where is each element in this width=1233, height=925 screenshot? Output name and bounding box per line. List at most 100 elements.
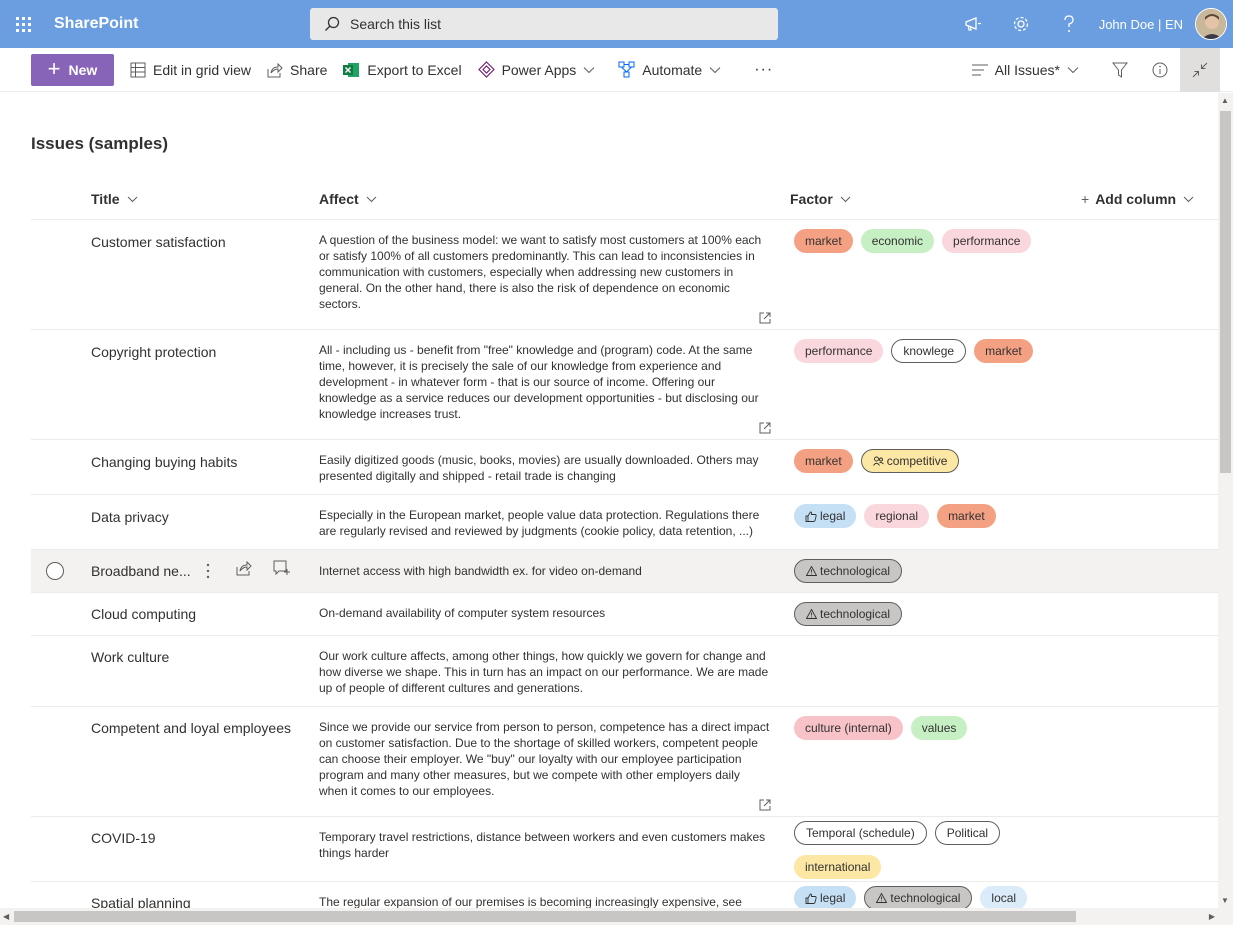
chevron-down-icon [1067, 67, 1079, 74]
table-row[interactable]: Competent and loyal employees Since we p… [31, 707, 1218, 817]
scroll-down-arrow-icon[interactable]: ▼ [1221, 896, 1229, 905]
row-affect: Our work culture affects, among other th… [319, 649, 769, 695]
table-row[interactable]: Work culture Our work culture affects, a… [31, 636, 1218, 707]
scroll-up-arrow-icon[interactable]: ▲ [1221, 96, 1229, 105]
search-icon [325, 16, 340, 31]
table-row[interactable]: Broadband ne... Internet access with hig… [31, 550, 1218, 593]
row-title[interactable]: Competent and loyal employees [91, 720, 291, 736]
scroll-left-arrow-icon[interactable]: ◀ [3, 912, 9, 921]
tag-values: values [910, 716, 968, 740]
open-item-icon[interactable] [759, 422, 771, 434]
open-item-icon[interactable] [759, 799, 771, 811]
export-excel-button[interactable]: Export to Excel [343, 61, 462, 78]
power-apps-label: Power Apps [501, 61, 577, 78]
row-title[interactable]: Spatial planning [91, 895, 191, 908]
chevron-down-icon [127, 196, 137, 202]
share-button[interactable]: Share [267, 62, 327, 78]
help-icon[interactable] [1045, 0, 1093, 48]
tag-local: local [980, 886, 1028, 908]
row-title[interactable]: Work culture [91, 649, 169, 665]
row-title[interactable]: Broadband ne... [91, 563, 191, 579]
gear-icon[interactable] [997, 0, 1045, 48]
row-affect: The regular expansion of our premises is… [319, 895, 742, 908]
horizontal-scroll-thumb[interactable] [14, 911, 1076, 922]
row-affect: A question of the business model: we wan… [319, 233, 762, 311]
column-header-title[interactable]: Title [91, 182, 138, 216]
row-factors: performance knowlege market [794, 339, 1054, 363]
megaphone-icon[interactable] [949, 0, 997, 48]
power-apps-button[interactable]: Power Apps [477, 61, 603, 78]
avatar[interactable] [1195, 8, 1227, 40]
tag-market: market [937, 504, 996, 528]
row-title[interactable]: Cloud computing [91, 606, 196, 622]
add-column-button[interactable]: + Add column [1081, 182, 1194, 216]
row-affect: Temporary travel restrictions, distance … [319, 830, 766, 860]
list-content: Issues (samples) Title Affect Factor + A… [0, 93, 1218, 908]
row-affect: Especially in the European market, peopl… [319, 508, 760, 538]
filter-icon[interactable] [1100, 48, 1140, 92]
chevron-down-icon [366, 196, 377, 202]
share-icon [267, 62, 283, 77]
edit-grid-button[interactable]: Edit in grid view [130, 62, 251, 78]
new-button[interactable]: + New [31, 53, 114, 86]
chevron-down-icon [840, 196, 851, 202]
vertical-scroll-thumb[interactable] [1220, 111, 1231, 473]
add-column-label: Add column [1095, 191, 1177, 207]
thumbs-up-icon [805, 511, 817, 522]
table-row[interactable]: Cloud computing On-demand availability o… [31, 593, 1218, 636]
row-affect: All - including us - benefit from "free"… [319, 343, 759, 421]
grid-icon [130, 62, 146, 77]
horizontal-scrollbar[interactable]: ◀ ▶ [0, 908, 1233, 925]
row-select-radio[interactable] [46, 562, 64, 580]
warning-icon [876, 893, 888, 903]
more-commands-button[interactable]: ··· [754, 61, 773, 79]
tag-performance: performance [942, 229, 1032, 253]
table-row[interactable]: Data privacy Especially in the European … [31, 495, 1218, 550]
tag-technological: technological [794, 602, 903, 626]
row-affect: Easily digitized goods (music, books, mo… [319, 453, 759, 483]
table-row[interactable]: Copyright protection All - including us … [31, 330, 1218, 440]
row-factors: market economic performance [794, 229, 1054, 253]
tag-legal: legal [794, 504, 857, 528]
row-title[interactable]: Copyright protection [91, 344, 216, 360]
share-label: Share [290, 61, 328, 78]
search-input[interactable]: Search this list [310, 8, 778, 40]
tag-culture-internal: culture (internal) [794, 716, 903, 740]
row-factors: technological [794, 602, 1054, 626]
automate-button[interactable]: Automate [618, 61, 728, 78]
automate-label: Automate [642, 61, 703, 78]
user-name[interactable]: John Doe | EN [1099, 17, 1183, 32]
share-icon[interactable] [236, 560, 252, 581]
tag-technological: technological [864, 886, 973, 908]
add-comment-icon[interactable] [273, 560, 291, 581]
row-title[interactable]: Customer satisfaction [91, 234, 226, 250]
table-row[interactable]: Changing buying habits Easily digitized … [31, 440, 1218, 495]
list-view-icon [971, 64, 988, 76]
row-actions [201, 560, 291, 581]
view-switcher[interactable]: All Issues* [971, 62, 1086, 78]
open-item-icon[interactable] [759, 312, 771, 324]
tag-regional: regional [864, 504, 930, 528]
tag-legal-label: legal [820, 891, 846, 905]
column-header-factor[interactable]: Factor [790, 182, 851, 216]
scroll-right-arrow-icon[interactable]: ▶ [1209, 912, 1215, 921]
row-title[interactable]: Changing buying habits [91, 454, 237, 470]
new-button-label: New [68, 61, 98, 78]
column-factor-label: Factor [790, 191, 833, 207]
collapse-icon[interactable] [1180, 48, 1220, 92]
row-factors: Temporal (schedule) Political internatio… [794, 821, 1054, 879]
page-title: Issues (samples) [31, 134, 169, 153]
app-launcher-icon[interactable] [0, 0, 46, 48]
more-options-icon[interactable] [201, 563, 215, 579]
row-title[interactable]: COVID-19 [91, 830, 156, 846]
table-row[interactable]: COVID-19 Temporary travel restrictions, … [31, 817, 1218, 882]
export-label: Export to Excel [367, 61, 462, 78]
row-factors: culture (internal) values [794, 716, 1054, 740]
row-title[interactable]: Data privacy [91, 509, 169, 525]
vertical-scrollbar[interactable]: ▲ ▼ [1218, 93, 1233, 908]
app-name[interactable]: SharePoint [54, 15, 310, 33]
table-row[interactable]: Spatial planning The regular expansion o… [31, 882, 1218, 908]
table-row[interactable]: Customer satisfaction A question of the … [31, 220, 1218, 330]
info-icon[interactable] [1140, 48, 1180, 92]
column-header-affect[interactable]: Affect [319, 182, 377, 216]
